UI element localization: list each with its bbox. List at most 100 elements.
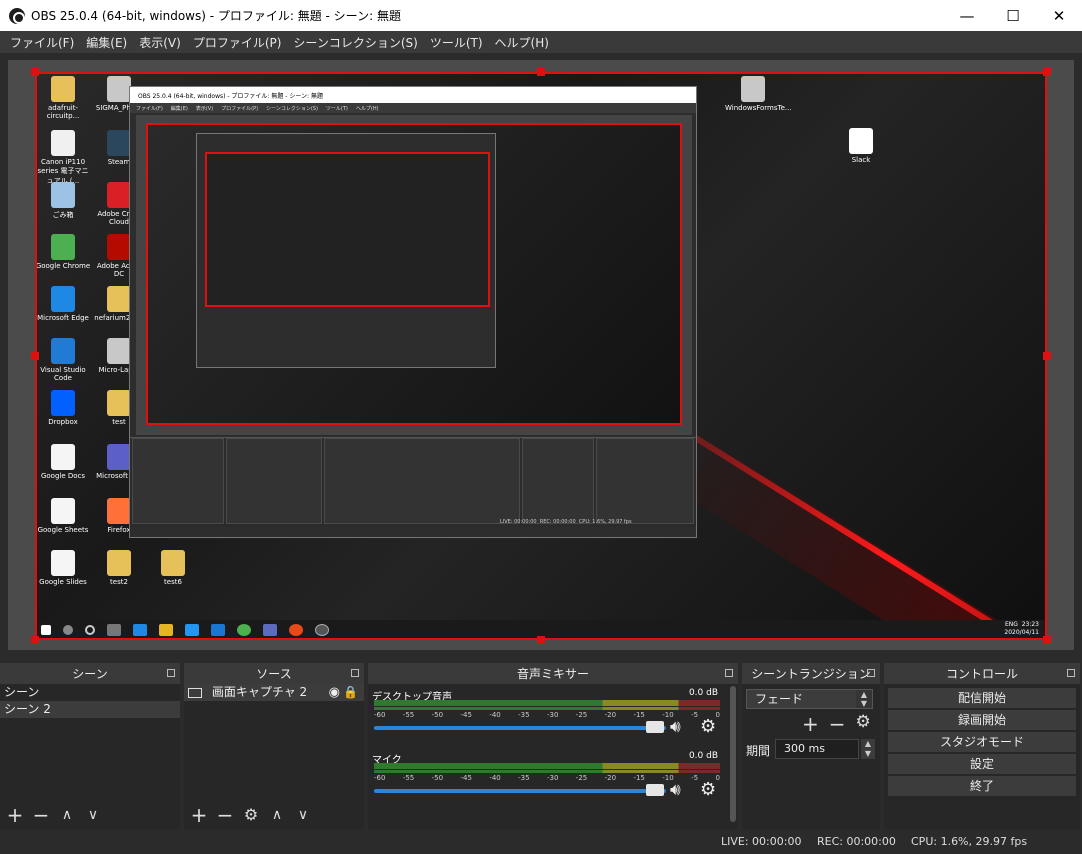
remove-source-button[interactable]: −	[216, 805, 234, 825]
volume-slider[interactable]	[374, 726, 666, 730]
duration-spinner[interactable]: ▲ ▼	[861, 739, 875, 759]
folder-icon	[107, 550, 131, 576]
resize-handle-bl[interactable]	[31, 636, 39, 644]
resize-handle-r[interactable]	[1043, 352, 1051, 360]
folder-icon	[51, 76, 75, 102]
meter-tick: -25	[575, 774, 588, 782]
float-icon[interactable]	[351, 669, 359, 677]
menu-file[interactable]: ファイル(F)	[4, 34, 80, 51]
resize-handle-br[interactable]	[1043, 636, 1051, 644]
window-title: OBS 25.0.4 (64-bit, windows) - プロファイル: 無…	[31, 9, 401, 23]
desktop-icon-label: test2	[110, 578, 128, 586]
desktop-icon-label: Google Sheets	[37, 526, 89, 534]
menu-scene-collection[interactable]: シーンコレクション(S)	[287, 34, 423, 51]
eye-icon[interactable]: ◉	[329, 684, 340, 701]
nested-menu-bar: ファイル(F) 編集(E) 表示(V) プロファイル(P) シーンコレクション(…	[130, 103, 696, 113]
resize-handle-tr[interactable]	[1043, 68, 1051, 76]
menu-tools[interactable]: ツール(T)	[424, 34, 489, 51]
scenes-dock: シーン シーン シーン 2 + − ∧ ∨	[0, 663, 180, 829]
nested-mixer-dock	[324, 438, 520, 524]
add-source-button[interactable]: +	[190, 805, 208, 825]
source-item[interactable]: 画面キャプチャ 2 ◉ 🔒	[184, 684, 364, 701]
taskbar-clock: ENG 23:23 2020/04/11	[1004, 621, 1039, 637]
slides-icon	[51, 550, 75, 576]
exit-button[interactable]: 終了	[888, 776, 1076, 796]
controls-title: コントロール	[945, 667, 1018, 681]
float-icon[interactable]	[167, 669, 175, 677]
minimize-button[interactable]: —	[944, 0, 990, 31]
nested-window-title: OBS 25.0.4 (64-bit, windows) - プロファイル: 無…	[130, 87, 696, 103]
studio-mode-button[interactable]: スタジオモード	[888, 732, 1076, 752]
close-button[interactable]: ✕	[1036, 0, 1082, 31]
float-icon[interactable]	[867, 669, 875, 677]
nested-nested-preview	[205, 152, 490, 307]
task-view-icon	[107, 624, 121, 636]
folder-icon	[107, 390, 131, 416]
firefox-icon	[107, 498, 131, 524]
gear-icon[interactable]: ⚙	[700, 779, 716, 800]
maximize-button[interactable]: ☐	[990, 0, 1036, 31]
steam-icon	[107, 130, 131, 156]
teams-icon	[107, 444, 131, 470]
app-icon	[741, 76, 765, 102]
menu-view[interactable]: 表示(V)	[133, 34, 187, 51]
settings-button[interactable]: 設定	[888, 754, 1076, 774]
scene-item[interactable]: シーン	[0, 684, 180, 701]
transition-gear-icon[interactable]: ⚙	[856, 712, 871, 736]
volume-slider[interactable]	[374, 789, 666, 793]
float-icon[interactable]	[1067, 669, 1075, 677]
menu-profile[interactable]: プロファイル(P)	[187, 34, 288, 51]
scene-down-button[interactable]: ∨	[84, 806, 102, 824]
nested-sources-dock	[226, 438, 322, 524]
meter-tick: -60	[374, 711, 386, 719]
dropbox-icon	[51, 390, 75, 416]
desktop-icon-label: Dropbox	[48, 418, 78, 426]
taskbar-lang: ENG	[1004, 621, 1018, 628]
speaker-icon[interactable]: 🔊︎	[670, 717, 681, 737]
add-transition-button[interactable]: +	[802, 712, 819, 736]
meter-tick: -40	[489, 774, 501, 782]
volume-slider-knob[interactable]	[646, 784, 664, 796]
taskbar-date: 2020/04/11	[1004, 629, 1039, 636]
preview-area[interactable]: adafruit-circuitp... SIGMA_Photo Canon iP1…	[8, 60, 1074, 650]
nested-scenes-dock	[132, 438, 224, 524]
add-scene-button[interactable]: +	[6, 805, 24, 825]
mixer-channel-desktop: デスクトップ音声 0.0 dB -60 -55 -50 -45 -40 -35 -30 -25…	[372, 688, 724, 748]
transition-selected: フェード	[755, 692, 804, 706]
meter-ticks: -60 -55 -50 -45 -40 -35 -30 -25 -20 -15 -10 -5 0	[374, 774, 720, 782]
meter-tick: -5	[691, 711, 699, 719]
store-taskbar-icon	[211, 624, 225, 636]
scene-up-button[interactable]: ∧	[58, 806, 76, 824]
resize-handle-b[interactable]	[537, 636, 545, 644]
remove-transition-button[interactable]: −	[829, 712, 846, 736]
explorer-taskbar-icon	[159, 624, 173, 636]
resize-handle-t[interactable]	[537, 68, 545, 76]
float-icon[interactable]	[725, 669, 733, 677]
start-recording-button[interactable]: 録画開始	[888, 710, 1076, 730]
scene-item[interactable]: シーン 2	[0, 701, 180, 718]
duration-input[interactable]: 300 ms	[775, 739, 859, 759]
mixer-scrollbar[interactable]	[730, 686, 736, 822]
desktop-icon: Slack	[833, 128, 889, 164]
menu-edit[interactable]: 編集(E)	[80, 34, 133, 51]
menu-help[interactable]: ヘルプ(H)	[489, 34, 555, 51]
lock-icon[interactable]: 🔒	[343, 684, 358, 701]
resize-handle-tl[interactable]	[31, 68, 39, 76]
resize-handle-l[interactable]	[31, 352, 39, 360]
remove-scene-button[interactable]: −	[32, 805, 50, 825]
source-properties-gear-icon[interactable]: ⚙	[242, 806, 260, 824]
taskbar-time: 23:23	[1021, 621, 1039, 628]
transition-select[interactable]: フェード ▲ ▼	[746, 689, 873, 709]
source-up-button[interactable]: ∧	[268, 806, 286, 824]
source-down-button[interactable]: ∨	[294, 806, 312, 824]
desktop-icon: test6	[145, 550, 201, 586]
gear-icon[interactable]: ⚙	[700, 716, 716, 737]
volume-meter	[374, 707, 720, 710]
speaker-icon[interactable]: 🔊︎	[670, 780, 681, 800]
volume-slider-knob[interactable]	[646, 721, 664, 733]
scenes-toolbar: + − ∧ ∨	[0, 801, 180, 829]
adobe-cc-icon	[107, 182, 131, 208]
sources-header: ソース	[184, 663, 364, 684]
start-streaming-button[interactable]: 配信開始	[888, 688, 1076, 708]
duration-label: 期間	[746, 744, 771, 758]
